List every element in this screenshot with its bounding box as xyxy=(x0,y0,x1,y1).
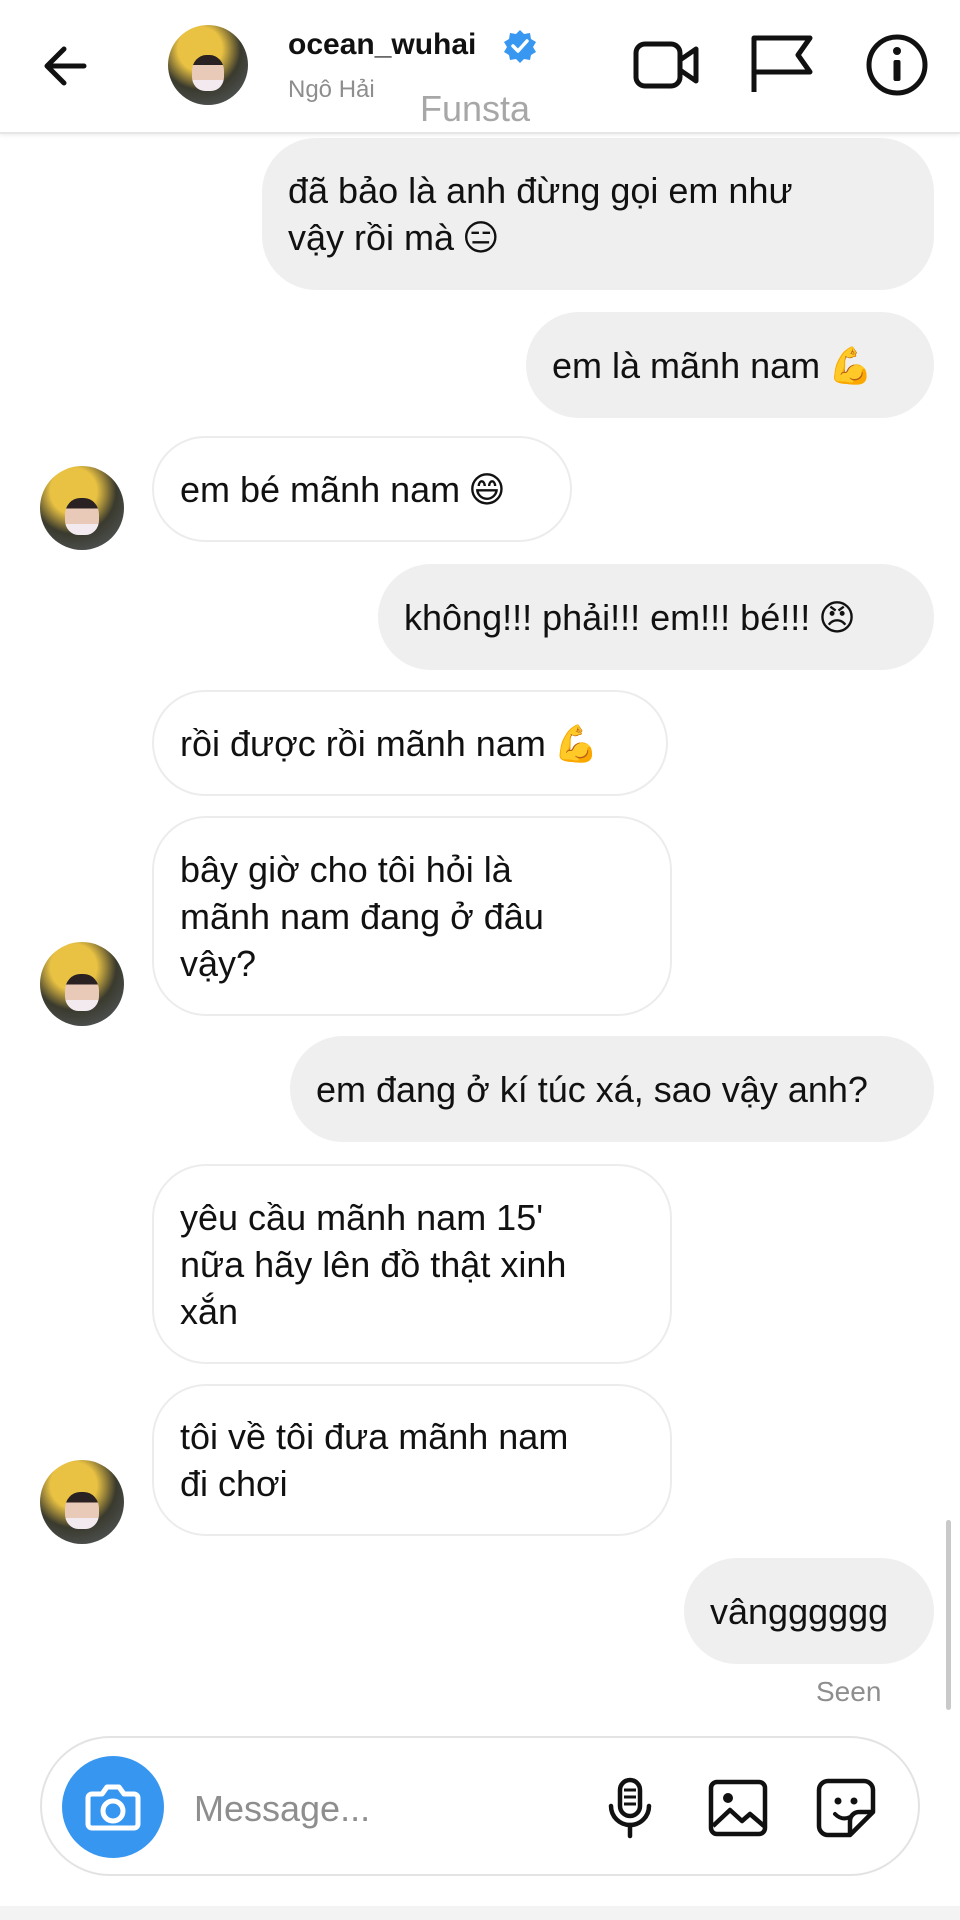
message-text: nữa hãy lên đồ thật xinh xyxy=(180,1243,567,1285)
sticker-button[interactable] xyxy=(814,1776,878,1840)
message-text: em là mãnh nam xyxy=(552,344,821,386)
contact-full-name: Ngô Hải xyxy=(288,76,375,103)
message-bubble-outgoing[interactable]: đã bảo là anh đừng gọi em như vậy rồi mà… xyxy=(262,138,934,290)
video-call-icon xyxy=(633,41,699,89)
message-text: em đang ở kí túc xá, sao vậy anh? xyxy=(316,1068,868,1110)
contact-username[interactable]: ocean_wuhai xyxy=(288,28,476,62)
message-bubble-outgoing[interactable]: vângggggg xyxy=(684,1558,934,1664)
message-text: tôi về tôi đưa mãnh nam xyxy=(180,1416,569,1457)
flexed-biceps-emoji: 💪 xyxy=(553,722,599,764)
camera-button[interactable] xyxy=(62,1756,164,1858)
message-bubble-incoming[interactable]: tôi về tôi đưa mãnh nam đi chơi xyxy=(152,1384,672,1536)
sender-avatar[interactable] xyxy=(40,1460,124,1544)
message-text: rồi được rồi mãnh nam xyxy=(180,722,546,764)
gallery-icon xyxy=(708,1779,768,1837)
sticker-icon xyxy=(816,1778,876,1838)
message-text: mãnh nam đang ở đâu xyxy=(180,895,544,937)
system-navigation-bar xyxy=(0,1906,960,1920)
scrollbar[interactable] xyxy=(946,1520,951,1710)
grinning-emoji: 😄 xyxy=(468,468,506,510)
chat-header: ocean_wuhai Ngô Hải Funsta xyxy=(0,0,960,134)
microphone-icon xyxy=(608,1777,652,1839)
message-bubble-outgoing[interactable]: em đang ở kí túc xá, sao vậy anh? xyxy=(290,1036,934,1142)
voice-message-button[interactable] xyxy=(598,1776,662,1840)
info-icon xyxy=(866,34,928,96)
expressionless-emoji: 😑 xyxy=(462,217,500,258)
report-flag-button[interactable] xyxy=(746,30,816,100)
sender-avatar[interactable] xyxy=(40,466,124,550)
camera-icon xyxy=(85,1784,141,1831)
contact-avatar[interactable] xyxy=(168,25,248,105)
flag-icon xyxy=(751,35,813,92)
message-text: em bé mãnh nam xyxy=(180,468,461,510)
message-bubble-incoming[interactable]: bây giờ cho tôi hỏi là mãnh nam đang ở đ… xyxy=(152,816,672,1016)
message-text: đã bảo là anh đừng gọi em như xyxy=(288,170,793,211)
message-text: vậy? xyxy=(180,942,257,984)
seen-status: Seen xyxy=(816,1676,882,1707)
message-bubble-outgoing[interactable]: em là mãnh nam 💪 xyxy=(526,312,934,418)
message-input[interactable] xyxy=(192,1778,596,1840)
message-text: yêu cầu mãnh nam 15' xyxy=(180,1196,544,1238)
flexed-biceps-emoji: 💪 xyxy=(828,344,873,386)
gallery-button[interactable] xyxy=(706,1776,770,1840)
message-text: bây giờ cho tôi hỏi là xyxy=(180,848,512,890)
message-composer xyxy=(40,1736,920,1876)
message-bubble-incoming[interactable]: rồi được rồi mãnh nam 💪 xyxy=(152,690,668,796)
sender-avatar[interactable] xyxy=(40,942,124,1026)
message-text: không!!! phải!!! em!!! bé!!! xyxy=(404,596,811,638)
back-button[interactable] xyxy=(38,38,94,94)
message-text: đi chơi xyxy=(180,1463,288,1504)
info-button[interactable] xyxy=(862,30,932,100)
back-arrow-icon xyxy=(44,46,87,86)
message-bubble-incoming[interactable]: yêu cầu mãnh nam 15' nữa hãy lên đồ thật… xyxy=(152,1164,672,1364)
message-text: vângggggg xyxy=(710,1590,889,1632)
message-bubble-incoming[interactable]: em bé mãnh nam 😄 xyxy=(152,436,572,542)
message-text: xắn xyxy=(180,1290,239,1332)
watermark-text: Funsta xyxy=(420,88,531,129)
message-text: vậy rồi mà xyxy=(288,217,455,258)
verified-badge-icon xyxy=(504,30,536,63)
angry-face-emoji: 😠 xyxy=(818,596,856,638)
message-bubble-outgoing[interactable]: không!!! phải!!! em!!! bé!!! 😠 xyxy=(378,564,934,670)
video-call-button[interactable] xyxy=(632,30,702,100)
